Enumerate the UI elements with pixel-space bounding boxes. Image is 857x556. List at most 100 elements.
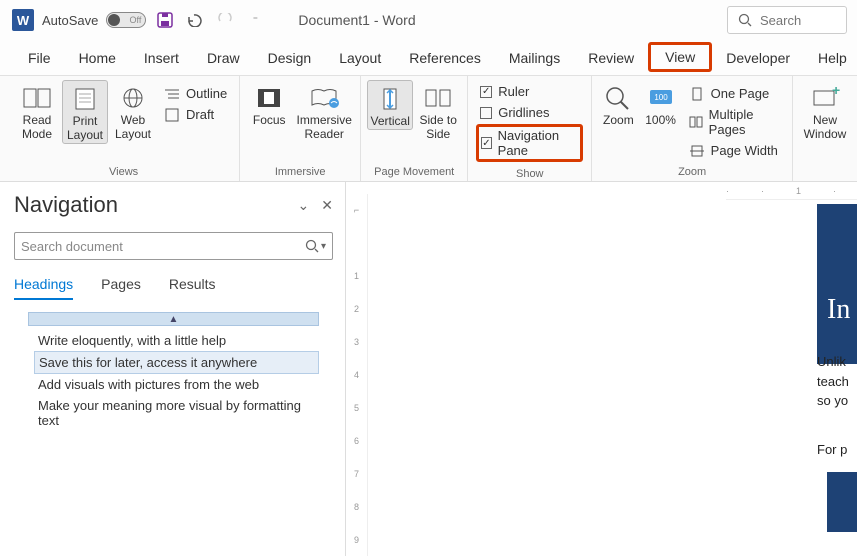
tab-mailings[interactable]: Mailings [495,40,574,76]
horizontal-ruler: ··1· [726,182,857,200]
group-page-movement: Vertical Side to Side Page Movement [361,76,468,181]
group-window: + New Window [793,76,857,181]
one-page-icon [689,87,705,101]
redo-icon[interactable] [214,9,236,31]
heading-item[interactable]: Save this for later, access it anywhere [34,351,319,374]
tab-insert[interactable]: Insert [130,40,193,76]
search-box[interactable] [727,6,847,34]
search-icon [738,13,752,27]
hundred-percent-icon: 100 [644,84,678,112]
svg-text:100: 100 [654,93,668,102]
checkbox-checked-icon: ✓ [480,86,492,98]
autosave-toggle[interactable]: Off [106,12,146,28]
group-show: ✓Ruler Gridlines ✓Navigation Pane Show [468,76,592,181]
draft-button[interactable]: Draft [160,105,231,124]
vertical-button[interactable]: Vertical [367,80,413,130]
workspace: Navigation ⌄ ✕ ▾ Headings Pages Results … [0,182,857,556]
tab-design[interactable]: Design [254,40,326,76]
qat-customize-icon[interactable]: ⁼ [244,9,266,31]
zoom-icon [601,84,635,112]
headings-list: Write eloquently, with a little help Sav… [14,330,333,431]
undo-icon[interactable] [184,9,206,31]
outline-button[interactable]: Outline [160,84,231,103]
focus-button[interactable]: Focus [246,80,292,128]
nav-search-box[interactable]: ▾ [14,232,333,260]
nav-tab-results[interactable]: Results [169,276,216,300]
group-page-movement-label: Page Movement [374,164,454,181]
tab-file[interactable]: File [14,40,65,76]
document-area[interactable]: ⌐123456789 ··1· In Unlik teach so yo For… [346,182,857,556]
search-input[interactable] [760,13,830,28]
gridlines-checkbox[interactable]: Gridlines [476,103,583,122]
heading-item[interactable]: Write eloquently, with a little help [34,330,319,351]
nav-tab-pages[interactable]: Pages [101,276,141,300]
tab-review[interactable]: Review [574,40,648,76]
multiple-pages-icon [689,115,703,129]
ruler-checkbox[interactable]: ✓Ruler [476,82,583,101]
new-window-button[interactable]: + New Window [799,80,851,142]
side-to-side-icon [421,84,455,112]
ribbon-tabs: File Home Insert Draw Design Layout Refe… [0,40,857,76]
group-zoom: Zoom 100 100% One Page Multiple Pages Pa… [592,76,793,181]
outline-label: Outline [186,86,227,101]
print-layout-button[interactable]: Print Layout [62,80,108,144]
hundred-percent-button[interactable]: 100 100% [640,80,680,128]
close-icon[interactable]: ✕ [321,197,333,214]
collapse-headings-bar[interactable]: ▲ [28,312,319,326]
navigation-pane-checkbox[interactable]: ✓Navigation Pane [476,124,583,162]
focus-icon [252,84,286,112]
nav-tab-headings[interactable]: Headings [14,276,73,300]
focus-label: Focus [253,114,286,128]
tab-layout[interactable]: Layout [325,40,395,76]
tab-home[interactable]: Home [65,40,130,76]
document-title: Document1 - Word [298,12,415,28]
new-window-icon: + [808,84,842,112]
zoom-button[interactable]: Zoom [598,80,638,128]
tab-view[interactable]: View [648,42,712,72]
checkbox-checked-icon: ✓ [481,137,491,149]
group-zoom-label: Zoom [678,164,706,181]
group-immersive: Focus Immersive Reader Immersive [240,76,361,181]
multiple-pages-button[interactable]: Multiple Pages [685,105,784,139]
nav-search-input[interactable] [21,239,305,254]
page-width-icon [689,144,705,158]
one-page-button[interactable]: One Page [685,84,784,103]
group-show-label: Show [516,166,544,183]
dropdown-icon[interactable]: ▾ [321,241,326,252]
web-layout-label: Web Layout [112,114,154,142]
tab-draw[interactable]: Draw [193,40,254,76]
chevron-down-icon[interactable]: ⌄ [298,197,310,214]
read-mode-button[interactable]: Read Mode [14,80,60,142]
banner-text: In [817,204,857,326]
tab-developer[interactable]: Developer [712,40,804,76]
tab-help[interactable]: Help [804,40,857,76]
immersive-reader-button[interactable]: Immersive Reader [294,80,354,142]
nav-tabs: Headings Pages Results [14,276,333,300]
gridlines-label: Gridlines [498,105,549,120]
immersive-reader-icon [307,84,341,112]
hundred-percent-label: 100% [645,114,676,128]
page-width-button[interactable]: Page Width [685,141,784,160]
side-to-side-label: Side to Side [417,114,459,142]
read-mode-icon [20,84,54,112]
page-paragraph-2: For p [817,442,857,457]
page-blue-block [827,472,857,532]
ribbon: Read Mode Print Layout Web Layout Outlin… [0,76,857,182]
draft-icon [164,108,180,122]
group-views-label: Views [109,164,138,181]
group-views: Read Mode Print Layout Web Layout Outlin… [8,76,240,181]
tab-references[interactable]: References [395,40,495,76]
search-icon [305,239,319,253]
vertical-icon [373,85,407,113]
autosave-label: AutoSave [42,13,98,28]
one-page-label: One Page [711,86,770,101]
read-mode-label: Read Mode [16,114,58,142]
side-to-side-button[interactable]: Side to Side [415,80,461,142]
save-icon[interactable] [154,9,176,31]
autosave-state-text: Off [130,15,142,25]
web-layout-button[interactable]: Web Layout [110,80,156,142]
heading-item[interactable]: Make your meaning more visual by formatt… [34,395,319,431]
heading-item[interactable]: Add visuals with pictures from the web [34,374,319,395]
navigation-pane: Navigation ⌄ ✕ ▾ Headings Pages Results … [0,182,346,556]
new-window-label: New Window [801,114,849,142]
